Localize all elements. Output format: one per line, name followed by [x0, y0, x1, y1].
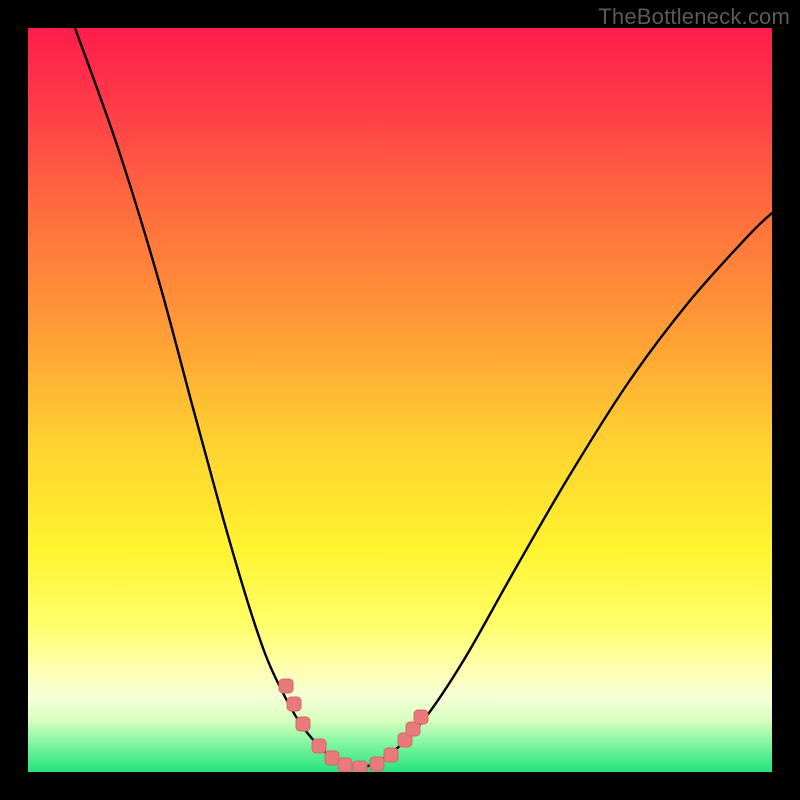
valley-marker	[384, 748, 398, 762]
valley-marker	[325, 751, 339, 765]
valley-marker	[296, 717, 310, 731]
curve-layer	[28, 28, 772, 772]
valley-marker	[287, 697, 301, 711]
plot-area	[28, 28, 772, 772]
valley-marker	[312, 739, 326, 753]
watermark-text: TheBottleneck.com	[598, 4, 790, 30]
valley-marker	[338, 758, 352, 772]
valley-marker	[414, 710, 428, 724]
chart-frame: TheBottleneck.com	[0, 0, 800, 800]
valley-marker	[279, 679, 293, 693]
right-branch-curve	[358, 213, 772, 768]
valley-markers	[279, 679, 428, 772]
valley-marker	[353, 761, 367, 772]
valley-marker	[370, 757, 384, 771]
left-branch-curve	[75, 28, 358, 768]
